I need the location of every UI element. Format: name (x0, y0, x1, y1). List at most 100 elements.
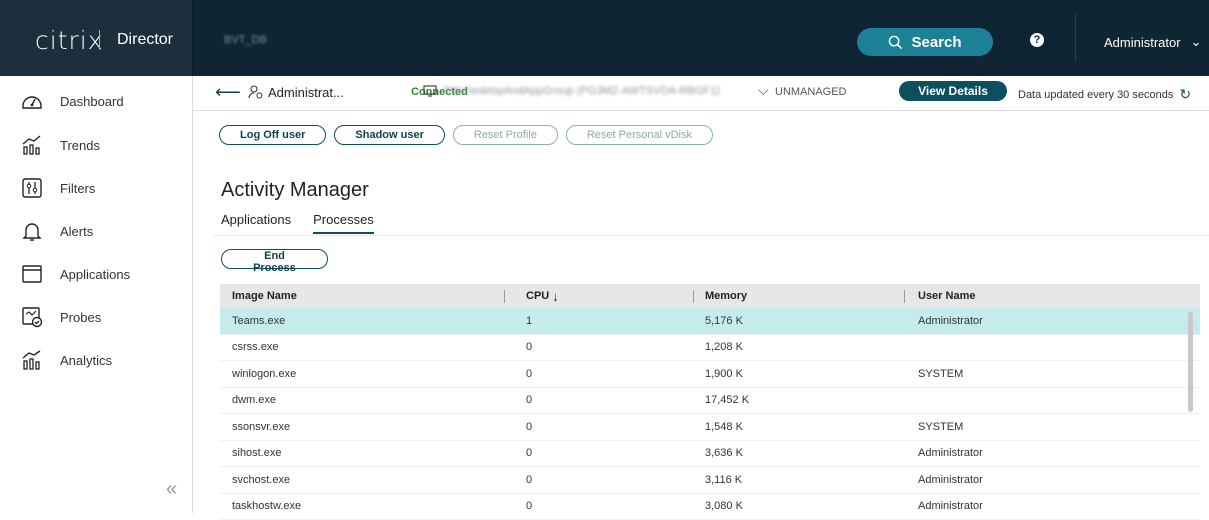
table-row[interactable]: Teams.exe15,176 KAdministrator (220, 308, 1200, 335)
citrix-logo[interactable]: citrix (35, 27, 104, 55)
cell-image-name: taskhostw.exe (220, 494, 506, 520)
cell-image-name: svchost.exe (220, 467, 506, 493)
table-row[interactable]: taskhostw.exe03,080 KAdministrator (220, 494, 1200, 520)
reset-vdisk-button[interactable]: Reset Personal vDisk (566, 125, 713, 145)
table-row[interactable]: winlogon.exe01,900 KSYSTEM (220, 361, 1200, 388)
analytics-icon (20, 348, 44, 372)
cell-memory: 3,116 K (695, 467, 906, 493)
cell-memory: 3,080 K (695, 494, 906, 520)
probes-icon (20, 305, 44, 329)
sidebar-item-dashboard[interactable]: Dashboard (20, 86, 124, 116)
sidebar-item-label: Alerts (60, 224, 93, 239)
sidebar-item-label: Filters (60, 181, 95, 196)
view-details-button[interactable]: View Details (899, 81, 1007, 101)
dashboard-icon (20, 89, 44, 113)
session-actions: Log Off user Shadow user Reset Profile R… (219, 125, 713, 145)
main-content: ⟵ Administrat... Connected RdsDesktopAnd… (193, 76, 1209, 513)
refresh-icon[interactable]: ↻ (1179, 86, 1191, 103)
cell-user-name (906, 388, 1176, 414)
help-icon[interactable]: ? (1030, 33, 1044, 47)
chevron-down-icon: ⌄ (1191, 34, 1202, 50)
sidebar-item-applications[interactable]: Applications (20, 259, 130, 289)
cell-image-name: ssonsvr.exe (220, 414, 506, 440)
brand-area: citrix Director (0, 0, 193, 76)
column-header-memory[interactable]: Memory (695, 284, 906, 308)
table-row[interactable]: ssonsvr.exe01,548 KSYSTEM (220, 414, 1200, 441)
cell-memory: 17,452 K (695, 388, 906, 414)
column-header-image-name[interactable]: Image Name (220, 284, 506, 308)
cell-cpu: 0 (506, 414, 695, 440)
tab-processes[interactable]: Processes (313, 212, 374, 234)
table-row[interactable]: sihost.exe03,636 KAdministrator (220, 441, 1200, 468)
sidebar-item-label: Trends (60, 138, 100, 153)
cell-user-name: Administrator (906, 494, 1176, 520)
column-label: Image Name (232, 290, 297, 302)
shadow-user-button[interactable]: Shadow user (334, 125, 444, 145)
column-header-user-name[interactable]: User Name (906, 284, 1176, 308)
session-user[interactable]: Administrat... (248, 84, 344, 100)
table-row[interactable]: csrss.exe01,208 K (220, 335, 1200, 362)
trends-icon (20, 133, 44, 157)
collapse-sidebar-icon[interactable]: « (166, 478, 177, 501)
update-notice: Data updated every 30 seconds ↻ (1018, 86, 1191, 103)
search-button[interactable]: Search (857, 28, 993, 56)
session-user-name: Administrat... (268, 85, 344, 100)
table-body: Teams.exe15,176 KAdministratorcsrss.exe0… (220, 308, 1200, 520)
logo-divider (99, 30, 100, 50)
cell-cpu: 0 (506, 361, 695, 387)
back-arrow-icon[interactable]: ⟵ (215, 82, 241, 103)
column-header-cpu[interactable]: CPU ↓ (506, 284, 695, 308)
cell-cpu: 1 (506, 308, 695, 334)
cell-user-name: SYSTEM (906, 414, 1176, 440)
monitor-icon (423, 84, 437, 98)
cell-cpu: 0 (506, 335, 695, 361)
search-label: Search (911, 34, 961, 51)
table-scrollbar[interactable] (1188, 312, 1193, 412)
sidebar-item-trends[interactable]: Trends (20, 130, 100, 160)
cell-user-name: SYSTEM (906, 361, 1176, 387)
top-bar: citrix Director BVT_DB Search ? Administ… (0, 0, 1209, 76)
sidebar-item-probes[interactable]: Probes (20, 302, 101, 332)
user-name: Administrator (1104, 35, 1181, 50)
sidebar-item-filters[interactable]: Filters (20, 173, 95, 203)
column-label: User Name (918, 290, 975, 302)
cell-image-name: winlogon.exe (220, 361, 506, 387)
cell-user-name: Administrator (906, 308, 1176, 334)
cell-memory: 1,900 K (695, 361, 906, 387)
management-status: UNMANAGED (775, 86, 847, 98)
sidebar: Dashboard Trends Filters Alerts Applicat… (0, 76, 193, 513)
reset-profile-button[interactable]: Reset Profile (453, 125, 558, 145)
cell-cpu: 0 (506, 494, 695, 520)
log-off-user-button[interactable]: Log Off user (219, 125, 326, 145)
tab-bar: Applications Processes (221, 212, 374, 234)
end-process-button[interactable]: End Process (221, 249, 328, 269)
chevron-down-icon[interactable]: ⌵ (758, 82, 769, 99)
process-table: Image Name CPU ↓ Memory User Name Teams.… (220, 284, 1200, 520)
sidebar-item-alerts[interactable]: Alerts (20, 216, 93, 246)
table-row[interactable]: svchost.exe03,116 KAdministrator (220, 467, 1200, 494)
filters-icon (20, 176, 44, 200)
sidebar-item-label: Applications (60, 267, 130, 282)
sidebar-item-analytics[interactable]: Analytics (20, 345, 112, 375)
user-menu[interactable]: Administrator ⌄ (1104, 34, 1201, 50)
cell-memory: 3,636 K (695, 441, 906, 467)
tab-divider (213, 235, 1209, 236)
bell-icon (20, 219, 44, 243)
cell-memory: 1,208 K (695, 335, 906, 361)
sort-down-icon: ↓ (552, 289, 559, 304)
window-icon (20, 262, 44, 286)
tab-applications[interactable]: Applications (221, 212, 291, 234)
site-name: BVT_DB (224, 34, 267, 46)
table-row[interactable]: dwm.exe017,452 K (220, 388, 1200, 415)
context-bar: ⟵ Administrat... Connected RdsDesktopAnd… (193, 76, 1209, 111)
update-text: Data updated every 30 seconds (1018, 89, 1173, 101)
cell-cpu: 0 (506, 467, 695, 493)
machine-name[interactable]: RdsDesktopAndAppGroup (PG3MZ-AWTSVDA-RBG… (444, 85, 720, 97)
cell-image-name: sihost.exe (220, 441, 506, 467)
table-header: Image Name CPU ↓ Memory User Name (220, 284, 1200, 308)
cell-user-name: Administrator (906, 441, 1176, 467)
product-name: Director (117, 31, 173, 49)
cell-cpu: 0 (506, 388, 695, 414)
sidebar-item-label: Analytics (60, 353, 112, 368)
page-title: Activity Manager (221, 179, 369, 202)
